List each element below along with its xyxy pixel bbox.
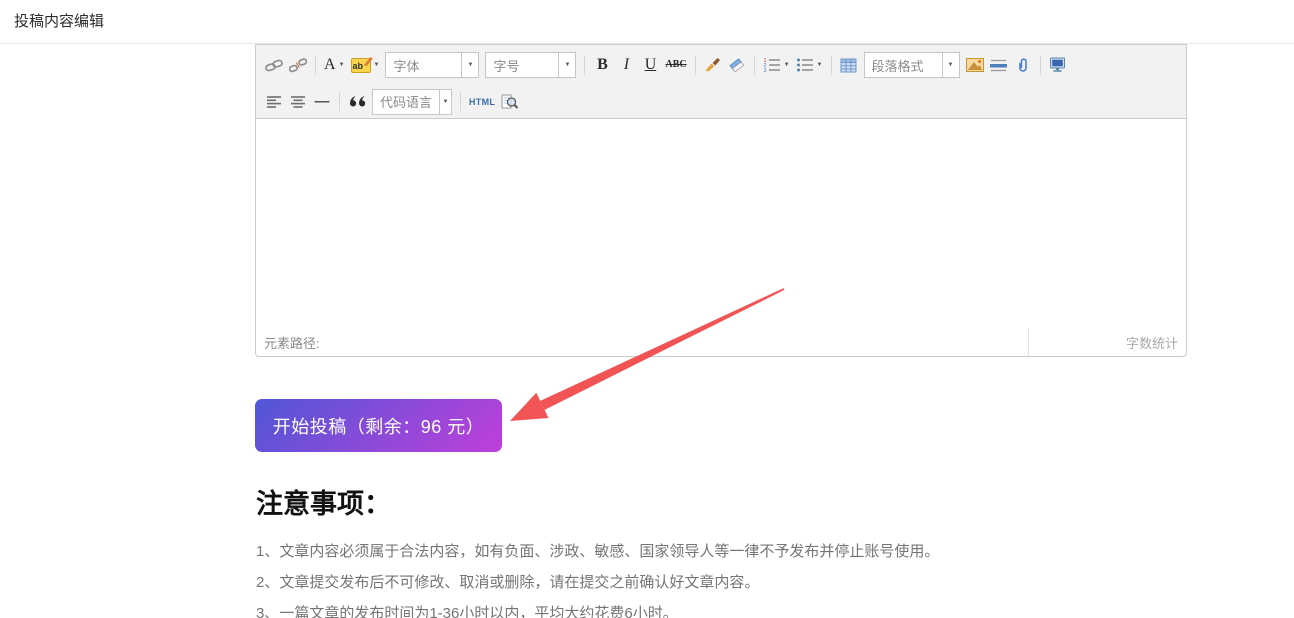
image-icon	[965, 58, 984, 72]
toolbar-separator	[339, 92, 340, 111]
chevron-down-icon: ▼	[816, 62, 823, 68]
blockquote-icon	[349, 96, 365, 107]
insert-image-button[interactable]	[963, 52, 987, 78]
word-count-button[interactable]: 字数统计	[1028, 328, 1186, 356]
rich-text-editor: A ▼ ab ▼ 字体 ▼ 字号 ▼ B I U ABC 1 2 3 ▼ ▼ 段…	[255, 44, 1187, 357]
link-icon	[265, 59, 283, 72]
strikethrough-button[interactable]: ABC	[662, 52, 689, 78]
align-center-icon	[291, 95, 305, 108]
pencil-icon	[363, 56, 373, 66]
page-break-icon	[990, 59, 1007, 71]
notes-section: 注意事项： 1、文章内容必须属于合法内容，如有负面、涉政、敏感、国家领导人等一律…	[256, 482, 1156, 618]
underline-button[interactable]: U	[638, 52, 662, 78]
toolbar-separator	[830, 55, 832, 75]
align-left-button[interactable]	[262, 89, 286, 115]
highlight-color-icon: ab	[350, 56, 373, 73]
element-path-label: 元素路径:	[264, 335, 320, 351]
align-center-button[interactable]	[286, 89, 310, 115]
preview-magnifier-icon	[501, 94, 519, 109]
bold-icon: B	[597, 56, 608, 73]
preview-button[interactable]	[498, 89, 522, 115]
chevron-down-icon: ▼	[941, 53, 959, 77]
toolbar-separator	[315, 55, 316, 75]
chevron-down-icon: ▼	[439, 89, 451, 114]
ordered-list-button[interactable]: 1 2 3 ▼	[760, 52, 793, 78]
note-item: 3、一篇文章的发布时间为1-36小时以内，平均大约花费6小时。	[256, 605, 678, 618]
page-header: 投稿内容编辑	[0, 0, 1294, 44]
format-painter-button[interactable]	[701, 52, 725, 78]
notes-heading: 注意事项：	[256, 489, 391, 519]
paintbrush-icon	[705, 58, 721, 72]
align-left-icon	[267, 95, 281, 108]
page: 投稿内容编辑 A ▼ ab ▼ 字体 ▼ 字号 ▼ B I U ABC 1 2 …	[0, 0, 1294, 618]
paragraph-format-select[interactable]: 段落格式 ▼	[863, 52, 960, 78]
highlight-color-button[interactable]: ab ▼	[348, 52, 383, 78]
svg-text:3: 3	[763, 68, 766, 73]
chevron-down-icon: ▼	[373, 62, 380, 68]
page-title: 投稿内容编辑	[14, 13, 105, 30]
bullet-list-icon	[796, 58, 813, 72]
font-size-select[interactable]: 字号 ▼	[485, 52, 577, 78]
note-item: 1、文章内容必须属于合法内容，如有负面、涉政、敏感、国家领导人等一律不予发布并停…	[256, 543, 940, 560]
toolbar-row-2: — 代码语言 ▼ HTML	[262, 85, 1180, 118]
toolbar-separator	[584, 55, 586, 75]
submit-button[interactable]: 开始投稿（剩余：96 元）	[255, 399, 502, 452]
underline-icon: U	[644, 56, 657, 73]
toolbar-separator	[1039, 55, 1041, 75]
insert-link-button[interactable]	[262, 52, 286, 78]
ordered-list-icon: 1 2 3	[763, 58, 780, 73]
strikethrough-icon: ABC	[665, 59, 687, 70]
unlink-icon	[289, 58, 307, 73]
toolbar-separator	[460, 92, 461, 111]
page-break-button[interactable]	[987, 52, 1011, 78]
italic-button[interactable]: I	[614, 52, 638, 78]
horizontal-rule-icon: —	[314, 93, 330, 110]
italic-icon: I	[623, 56, 630, 73]
horizontal-rule-button[interactable]: —	[310, 89, 334, 115]
chevron-down-icon: ▼	[461, 53, 479, 77]
toolbar-separator	[753, 55, 755, 75]
insert-attachment-button[interactable]	[1011, 52, 1035, 78]
editor-toolbar: A ▼ ab ▼ 字体 ▼ 字号 ▼ B I U ABC 1 2 3 ▼ ▼ 段…	[256, 45, 1186, 119]
editor-content-area[interactable]	[256, 119, 1186, 328]
note-item: 2、文章提交发布后不可修改、取消或删除，请在提交之前确认好文章内容。	[256, 574, 760, 591]
monitor-icon	[1050, 57, 1065, 72]
table-icon	[840, 58, 857, 72]
chevron-down-icon: ▼	[558, 53, 576, 77]
chevron-down-icon: ▼	[338, 62, 345, 68]
eraser-icon	[729, 58, 745, 73]
fullscreen-preview-button[interactable]	[1046, 52, 1070, 78]
font-family-select[interactable]: 字体 ▼	[385, 52, 480, 78]
remove-link-button[interactable]	[286, 52, 310, 78]
font-color-icon: A	[324, 56, 336, 73]
chevron-down-icon: ▼	[783, 62, 790, 68]
code-language-select[interactable]: 代码语言 ▼	[372, 88, 452, 115]
blockquote-button[interactable]	[345, 89, 369, 115]
paperclip-icon	[1018, 58, 1027, 72]
toolbar-separator	[694, 55, 696, 75]
bullet-list-button[interactable]: ▼	[793, 52, 826, 78]
insert-table-button[interactable]	[837, 52, 861, 78]
remove-format-button[interactable]	[725, 52, 749, 78]
html-source-button[interactable]: HTML	[466, 89, 498, 115]
toolbar-row-1: A ▼ ab ▼ 字体 ▼ 字号 ▼ B I U ABC 1 2 3 ▼ ▼ 段…	[262, 45, 1180, 85]
font-color-button[interactable]: A ▼	[321, 52, 348, 78]
html-source-icon: HTML	[469, 96, 496, 107]
editor-statusbar: 元素路径: 字数统计	[256, 328, 1186, 356]
bold-button[interactable]: B	[590, 52, 614, 78]
